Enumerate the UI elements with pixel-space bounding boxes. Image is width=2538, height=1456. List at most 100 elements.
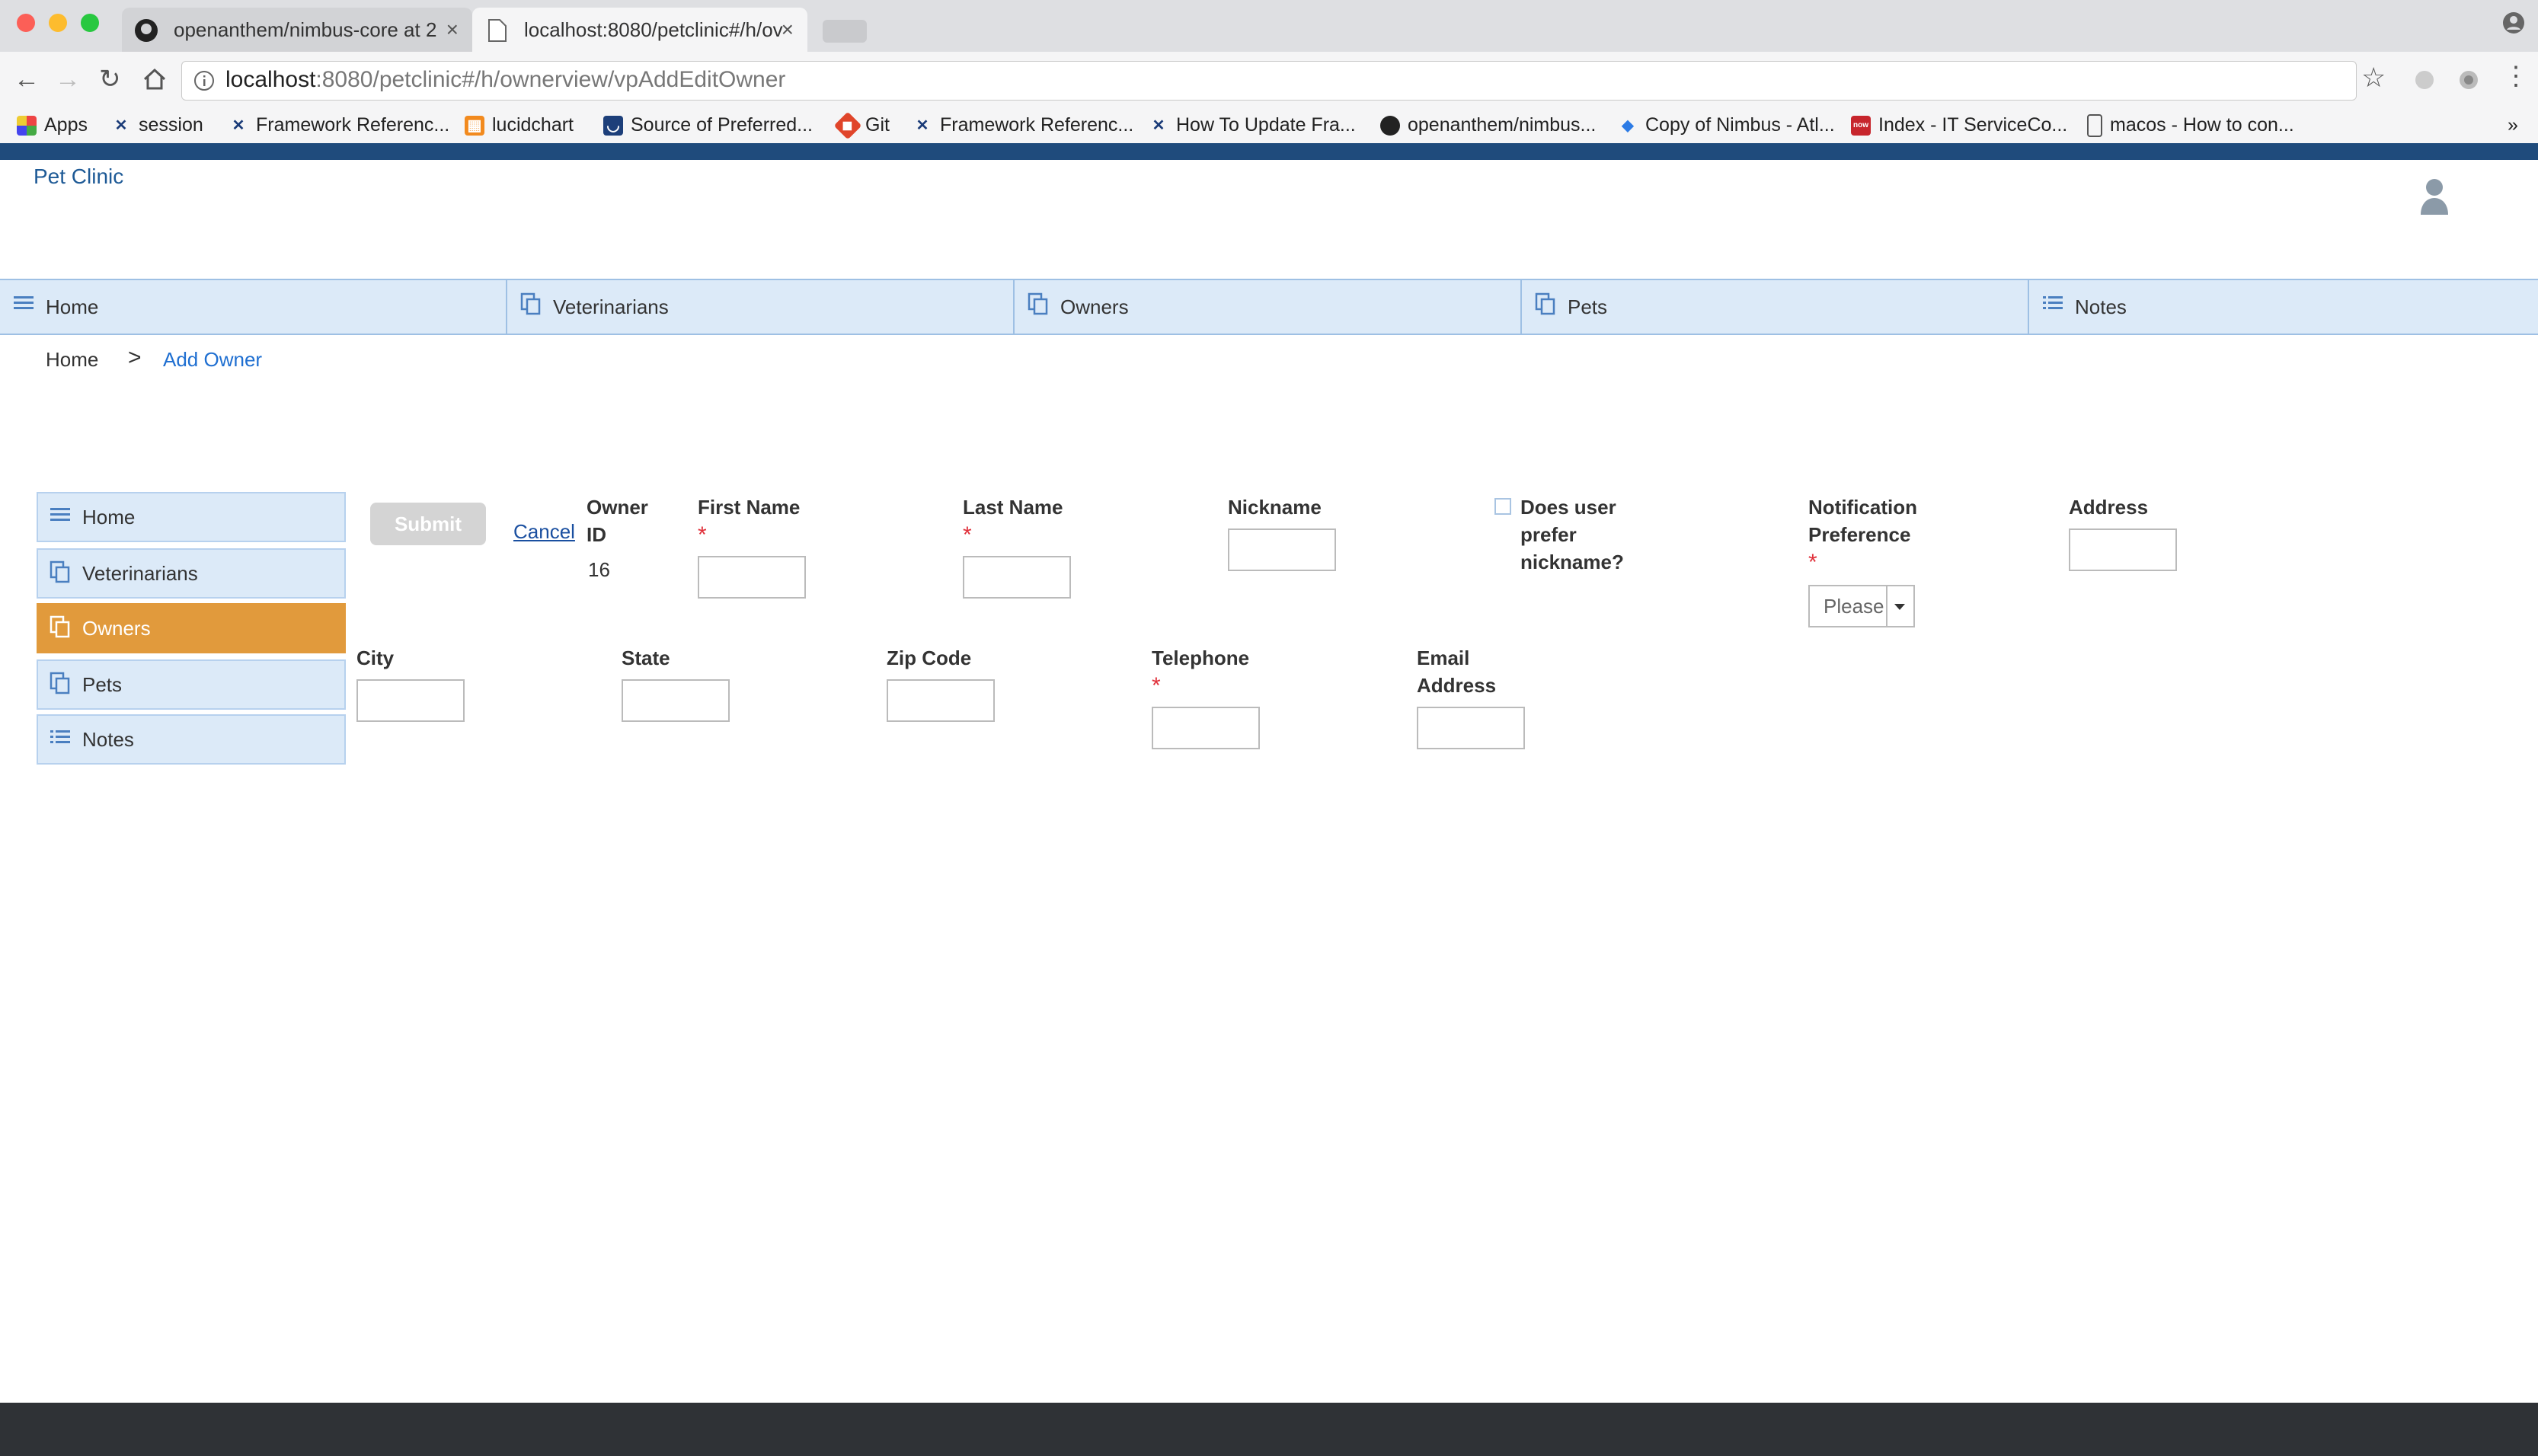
copy-icon (50, 560, 70, 583)
bookmark-item[interactable]: macos - How to con... (2087, 108, 2294, 142)
email-address-label: Address (1417, 674, 1497, 697)
main-nav-label: Owners (1060, 295, 1129, 318)
bookmark-item[interactable]: ◆ Git (833, 108, 890, 142)
first-name-field[interactable] (698, 556, 806, 599)
bookmark-item[interactable]: ✕ Framework Referenc... (229, 108, 450, 142)
bookmark-item[interactable]: ✕ How To Update Fra... (1149, 108, 1356, 142)
owner-id-value: 16 (588, 558, 610, 581)
nickname-label: Nickname (1228, 496, 1322, 519)
main-nav-home[interactable]: Home (0, 279, 507, 335)
notification-preference-label: Notification (1808, 496, 1917, 519)
main-nav-veterinarians[interactable]: Veterinarians (507, 279, 1015, 335)
state-field[interactable] (622, 679, 730, 722)
browser-tab-active[interactable]: localhost:8080/petclinic#/h/ov × (472, 8, 807, 52)
side-nav-owners[interactable]: Owners (37, 603, 346, 653)
forward-arrow-icon[interactable]: → (55, 65, 81, 93)
bookmark-star-icon[interactable]: ☆ (2361, 64, 2386, 91)
zip-code-label: Zip Code (887, 647, 972, 669)
app-brand[interactable]: Pet Clinic (34, 161, 123, 192)
main-nav-owners[interactable]: Owners (1015, 279, 1522, 335)
zip-code-field[interactable] (887, 679, 995, 722)
reload-icon[interactable]: ↻ (99, 65, 121, 93)
prefer-nickname-label: Does user (1520, 496, 1616, 519)
info-icon[interactable] (193, 70, 215, 91)
bookmark-label: How To Update Fra... (1176, 114, 1356, 136)
breadcrumb-home[interactable]: Home (46, 344, 98, 375)
zoom-window-button[interactable] (81, 14, 99, 32)
nickname-field[interactable] (1228, 528, 1336, 571)
side-nav-pets[interactable]: Pets (37, 659, 346, 710)
app-top-bar (0, 143, 2538, 160)
bookmark-item[interactable]: Apps (17, 108, 88, 142)
bookmarks-overflow-button[interactable]: » (2508, 108, 2518, 142)
git-icon: ◆ (833, 112, 862, 140)
bookmark-item[interactable]: ◆ Copy of Nimbus - Atl... (1618, 108, 1835, 142)
address-field[interactable] (2069, 528, 2177, 571)
side-nav-label: Notes (82, 728, 134, 751)
tab-close-icon[interactable]: × (782, 8, 794, 52)
state-label: State (622, 647, 670, 669)
side-nav-notes[interactable]: Notes (37, 714, 346, 765)
bookmark-item[interactable]: ◡ Source of Preferred... (603, 108, 813, 142)
url-path: :8080/petclinic#/h/ownerview/vpAddEditOw… (315, 67, 786, 92)
bookmark-item[interactable]: ✕ session (111, 108, 203, 142)
main-nav-notes[interactable]: Notes (2029, 279, 2538, 335)
home-icon[interactable] (142, 67, 168, 91)
extension-icon[interactable] (2457, 69, 2480, 91)
bookmark-label: Copy of Nimbus - Atl... (1645, 114, 1835, 136)
side-nav-veterinarians[interactable]: Veterinarians (37, 548, 346, 599)
cancel-link[interactable]: Cancel (513, 518, 575, 545)
github-icon (1380, 116, 1400, 136)
x-logo-icon: ✕ (114, 117, 128, 135)
extension-icon[interactable] (2413, 69, 2436, 91)
back-arrow-icon[interactable]: ← (14, 65, 40, 93)
bookmark-item[interactable]: ▦ lucidchart (465, 108, 574, 142)
email-address-field[interactable] (1417, 707, 1525, 749)
main-nav-pets[interactable]: Pets (1522, 279, 2029, 335)
app-footer (0, 1403, 2538, 1456)
bookmark-label: lucidchart (492, 114, 574, 136)
breadcrumb-current[interactable]: Add Owner (163, 344, 262, 375)
telephone-field[interactable] (1152, 707, 1260, 749)
bookmark-label: macos - How to con... (2110, 114, 2294, 136)
required-indicator: * (698, 522, 707, 548)
copy-icon (50, 615, 70, 638)
bookmark-item[interactable]: now Index - IT ServiceCo... (1851, 108, 2067, 142)
telephone-label: Telephone (1152, 647, 1250, 669)
close-window-button[interactable] (17, 14, 35, 32)
prefer-nickname-label: nickname? (1520, 551, 1624, 573)
new-tab-button[interactable] (823, 20, 867, 43)
copy-icon (50, 672, 70, 694)
side-nav-label: Owners (82, 617, 151, 640)
city-field[interactable] (356, 679, 465, 722)
bookmark-item[interactable]: openanthem/nimbus... (1380, 108, 1596, 142)
bookmark-label: Apps (44, 114, 88, 136)
menu-kebab-icon[interactable]: ⋮ (2503, 62, 2529, 90)
required-indicator: * (963, 522, 972, 548)
submit-button[interactable]: Submit (370, 503, 486, 545)
prefer-nickname-checkbox[interactable] (1494, 498, 1511, 515)
bookmark-label: Index - IT ServiceCo... (1878, 114, 2068, 136)
x-logo-icon: ✕ (1152, 117, 1165, 135)
owner-id-label: Owner (587, 496, 648, 519)
bookmark-label: openanthem/nimbus... (1408, 114, 1597, 136)
list-icon (14, 296, 34, 309)
tab-close-icon[interactable]: × (446, 8, 459, 52)
app-header (0, 160, 2538, 279)
github-icon (135, 19, 158, 42)
x-logo-icon: ✕ (232, 117, 245, 135)
bookmark-label: Git (865, 114, 890, 136)
lucidchart-icon: ▦ (465, 116, 484, 136)
side-nav-home[interactable]: Home (37, 492, 346, 542)
browser-tab-github[interactable]: openanthem/nimbus-core at 2 × (122, 8, 472, 52)
bookmark-item[interactable]: ✕ Framework Referenc... (913, 108, 1134, 142)
minimize-window-button[interactable] (49, 14, 67, 32)
side-nav-label: Pets (82, 673, 123, 696)
profile-icon[interactable] (2501, 11, 2526, 35)
breadcrumb-separator: > (128, 345, 142, 370)
user-avatar-icon[interactable] (2419, 177, 2450, 216)
chevron-down-icon[interactable] (1892, 592, 1907, 620)
x-logo-icon: ✕ (916, 117, 929, 135)
last-name-field[interactable] (963, 556, 1071, 599)
bucket-icon: ◡ (603, 116, 623, 136)
